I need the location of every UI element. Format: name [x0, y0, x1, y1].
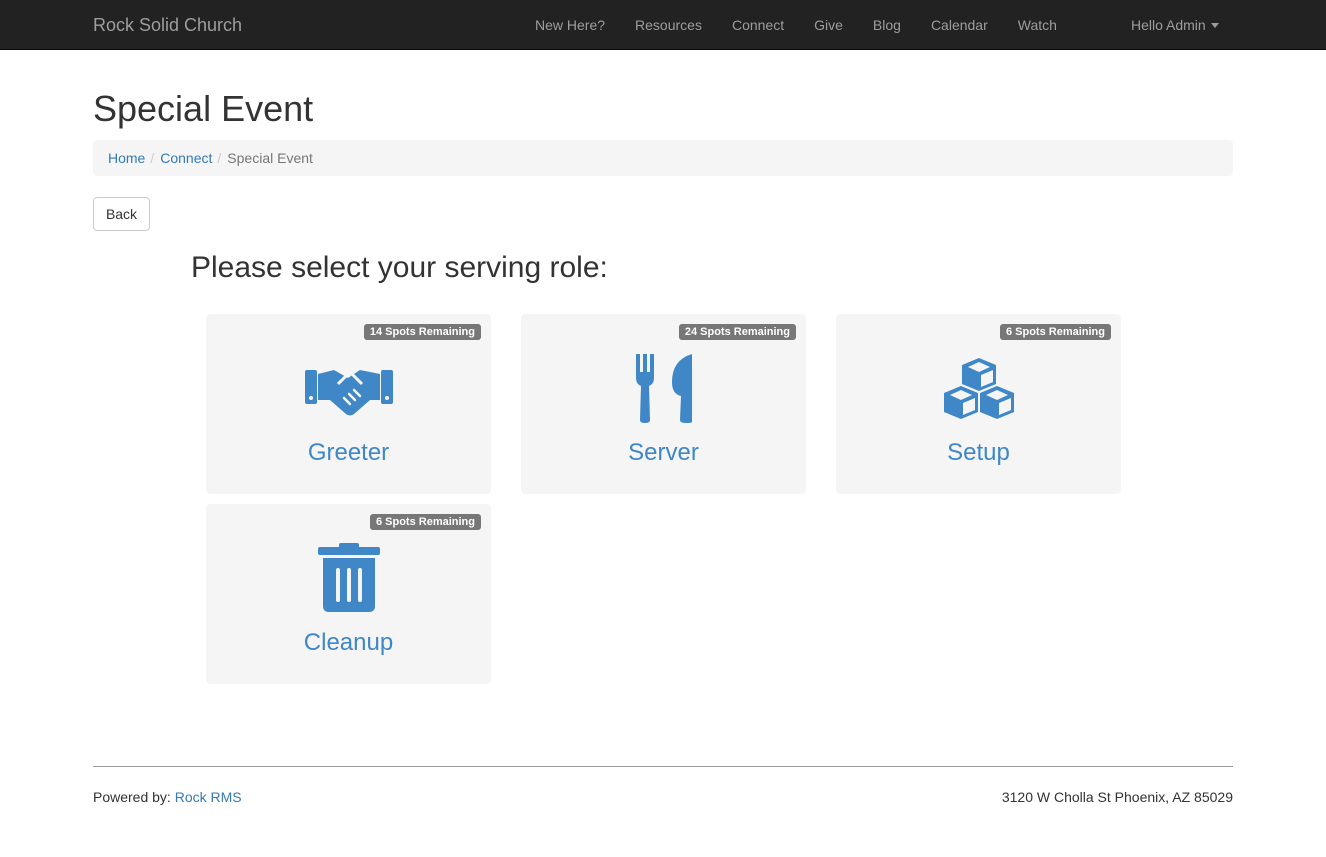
- nav-item-resources[interactable]: Resources: [620, 0, 717, 50]
- role-tile-greeter[interactable]: 14 Spots Remaining Greeter: [206, 314, 491, 494]
- breadcrumb-connect[interactable]: Connect: [160, 150, 212, 166]
- breadcrumb-current: Special Event: [227, 150, 313, 166]
- breadcrumb-separator: /: [150, 150, 155, 166]
- brand-link[interactable]: Rock Solid Church: [93, 14, 242, 36]
- nav-item-new-here[interactable]: New Here?: [520, 0, 620, 50]
- spots-remaining-badge: 6 Spots Remaining: [999, 324, 1111, 340]
- role-name: Greeter: [307, 439, 390, 466]
- trash-icon: [299, 538, 399, 618]
- role-name: Server: [628, 439, 699, 466]
- back-button[interactable]: Back: [93, 197, 150, 231]
- powered-by: Powered by: Rock RMS: [93, 789, 242, 805]
- breadcrumb: Home / Connect / Special Event: [93, 140, 1233, 176]
- powered-by-label: Powered by:: [93, 789, 175, 805]
- nav-item-calendar[interactable]: Calendar: [916, 0, 1003, 50]
- handshake-icon: [299, 348, 399, 428]
- top-navbar: Rock Solid Church New Here? Resources Co…: [0, 0, 1326, 50]
- role-name: Setup: [947, 439, 1010, 466]
- main-nav: New Here? Resources Connect Give Blog Ca…: [520, 0, 1072, 50]
- church-address: 3120 W Cholla St Phoenix, AZ 85029: [1001, 789, 1233, 805]
- nav-item-give[interactable]: Give: [799, 0, 858, 50]
- spots-remaining-badge: 24 Spots Remaining: [678, 324, 796, 340]
- caret-down-icon: [1210, 22, 1219, 28]
- nav-item-watch[interactable]: Watch: [1003, 0, 1072, 50]
- role-tile-cleanup[interactable]: 6 Spots Remaining Cleanup: [206, 504, 491, 684]
- serving-role-prompt: Please select your serving role:: [191, 251, 608, 284]
- utensils-icon: [614, 348, 714, 428]
- role-tile-setup[interactable]: 6 Spots Remaining Setup: [836, 314, 1121, 494]
- cubes-icon: [929, 348, 1029, 428]
- user-greeting: Hello Admin: [1131, 17, 1206, 33]
- nav-item-connect[interactable]: Connect: [717, 0, 799, 50]
- footer-divider: [93, 766, 1233, 767]
- role-tile-server[interactable]: 24 Spots Remaining Server: [521, 314, 806, 494]
- breadcrumb-home[interactable]: Home: [108, 150, 145, 166]
- role-name: Cleanup: [303, 629, 394, 656]
- breadcrumb-separator: /: [217, 150, 222, 166]
- rock-rms-link[interactable]: Rock RMS: [175, 789, 242, 805]
- page-title: Special Event: [93, 88, 314, 129]
- spots-remaining-badge: 6 Spots Remaining: [369, 514, 481, 530]
- nav-item-blog[interactable]: Blog: [858, 0, 916, 50]
- spots-remaining-badge: 14 Spots Remaining: [363, 324, 481, 340]
- user-menu-dropdown[interactable]: Hello Admin: [1131, 0, 1219, 50]
